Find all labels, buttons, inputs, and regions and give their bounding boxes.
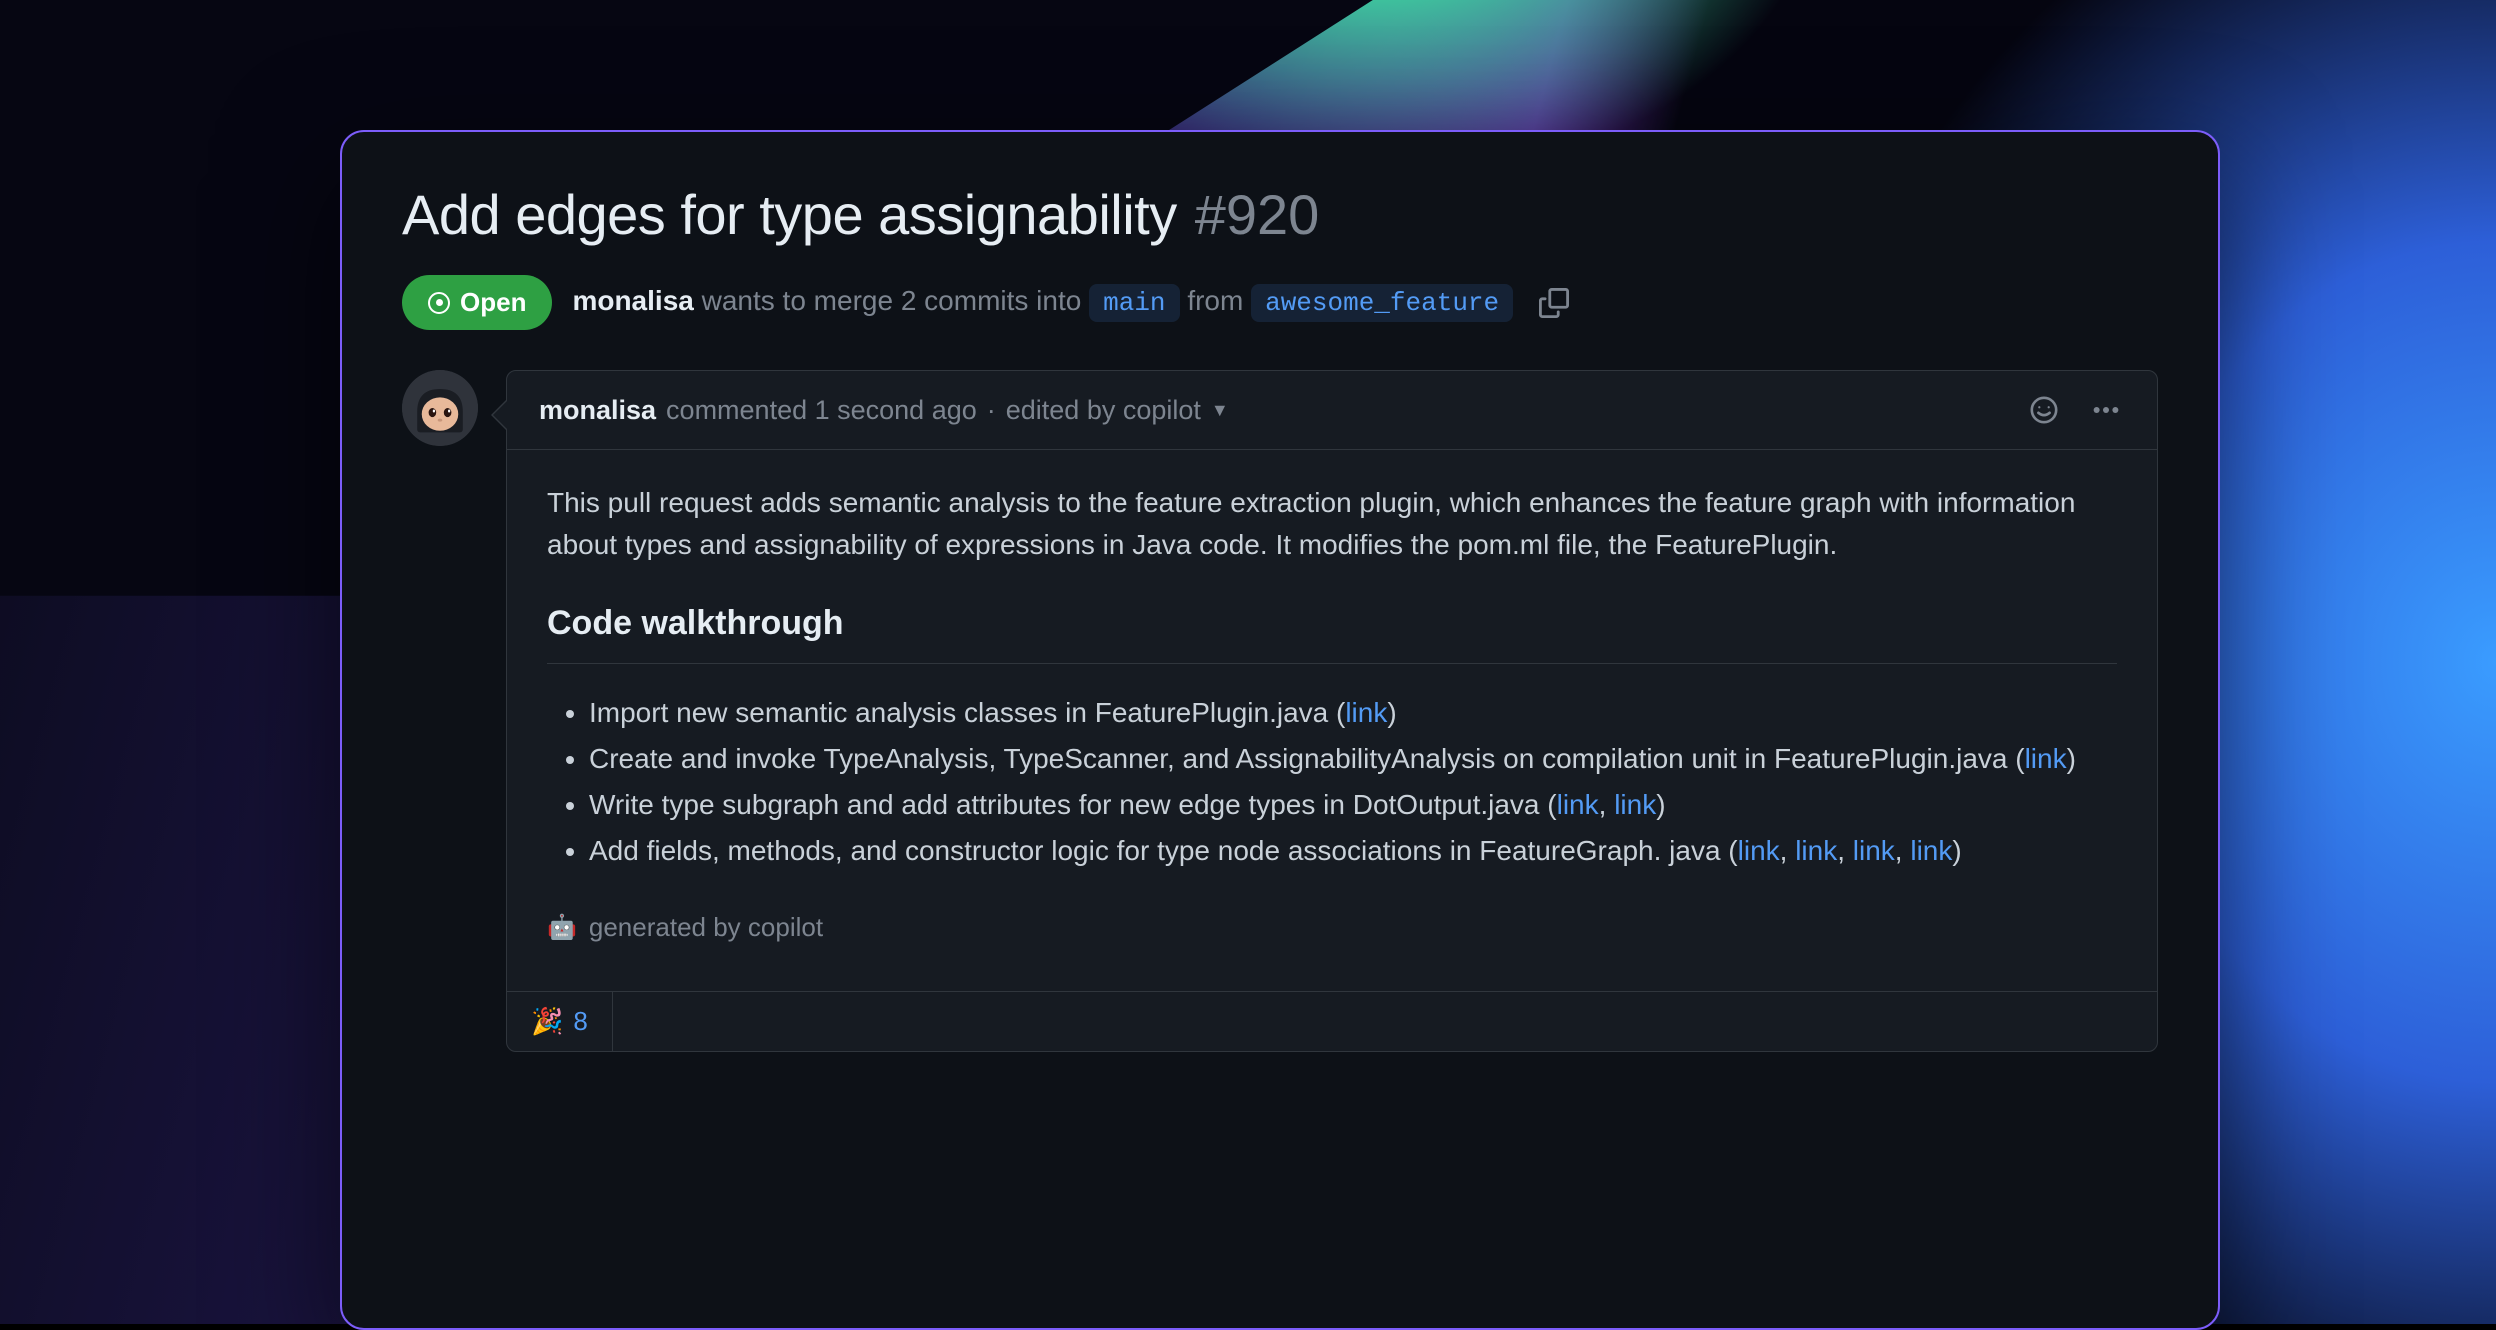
status-row: Open monalisa wants to merge 2 commits i…: [402, 275, 2158, 330]
comment-actions: [2025, 391, 2125, 429]
list-item-text-post: ): [1656, 789, 1665, 820]
comment-timestamp: commented 1 second ago: [666, 395, 977, 426]
head-branch-tag[interactable]: awesome_feature: [1251, 284, 1513, 322]
walkthrough-heading: Code walkthrough: [547, 598, 2117, 664]
comment-author[interactable]: monalisa: [539, 395, 656, 426]
open-dot-icon: [428, 292, 450, 314]
merge-summary: monalisa wants to merge 2 commits into m…: [572, 284, 1513, 322]
walkthrough-list: Import new semantic analysis classes in …: [547, 692, 2117, 872]
link-separator: ,: [1599, 789, 1615, 820]
code-link[interactable]: link: [1795, 835, 1837, 866]
code-link[interactable]: link: [1738, 835, 1780, 866]
list-item-text: Write type subgraph and add attributes f…: [589, 789, 1557, 820]
robot-icon: 🤖: [547, 910, 577, 946]
list-item: Add fields, methods, and constructor log…: [589, 830, 2117, 872]
list-item-text-post: ): [2067, 743, 2076, 774]
smiley-icon: [2029, 395, 2059, 425]
pr-title: Add edges for type assignability: [402, 182, 1177, 247]
generated-by-label: generated by copilot: [589, 908, 823, 947]
list-item-text: Create and invoke TypeAnalysis, TypeScan…: [589, 743, 2025, 774]
list-item: Create and invoke TypeAnalysis, TypeScan…: [589, 738, 2117, 780]
link-separator: ,: [1837, 835, 1853, 866]
reaction-count: 8: [573, 1006, 587, 1037]
base-branch-tag[interactable]: main: [1089, 284, 1179, 322]
edited-by-label: edited by copilot: [1006, 395, 1201, 426]
reactions-bar: 🎉 8: [507, 991, 2157, 1051]
link-separator: ,: [1780, 835, 1796, 866]
list-item-text: Import new semantic analysis classes in …: [589, 697, 1345, 728]
tada-icon: 🎉: [531, 1006, 563, 1037]
list-item-text-post: ): [1952, 835, 1961, 866]
chevron-down-icon[interactable]: ▼: [1211, 400, 1229, 421]
code-link[interactable]: link: [1614, 789, 1656, 820]
list-item: Write type subgraph and add attributes f…: [589, 784, 2117, 826]
avatar-image: [402, 370, 478, 446]
generated-by-row: 🤖 generated by copilot: [547, 908, 2117, 947]
code-link[interactable]: link: [1557, 789, 1599, 820]
comment-card: monalisa commented 1 second ago · edited…: [506, 370, 2158, 1052]
copy-icon: [1539, 288, 1569, 318]
pr-number: #920: [1195, 182, 1320, 247]
status-badge-label: Open: [460, 287, 526, 318]
code-link[interactable]: link: [2025, 743, 2067, 774]
merge-author[interactable]: monalisa: [572, 285, 693, 316]
pr-window: Add edges for type assignability #920 Op…: [340, 130, 2220, 1330]
comment-thread: monalisa commented 1 second ago · edited…: [402, 370, 2158, 1052]
list-item-text: Add fields, methods, and constructor log…: [589, 835, 1738, 866]
status-badge: Open: [402, 275, 552, 330]
kebab-icon: [2091, 395, 2121, 425]
link-separator: ,: [1895, 835, 1911, 866]
list-item-text-post: ): [1387, 697, 1396, 728]
title-row: Add edges for type assignability #920: [402, 182, 2158, 247]
kebab-menu-button[interactable]: [2087, 391, 2125, 429]
copy-branch-button[interactable]: [1533, 282, 1575, 324]
reaction-button[interactable]: 🎉 8: [507, 992, 613, 1051]
code-link[interactable]: link: [1910, 835, 1952, 866]
list-item: Import new semantic analysis classes in …: [589, 692, 2117, 734]
from-label: from: [1187, 285, 1243, 316]
add-reaction-button[interactable]: [2025, 391, 2063, 429]
merge-middle-text: wants to merge 2 commits into: [702, 285, 1082, 316]
comment-body: This pull request adds semantic analysis…: [507, 450, 2157, 991]
comment-header: monalisa commented 1 second ago · edited…: [507, 371, 2157, 450]
separator: ·: [987, 395, 996, 426]
comment-body-text: This pull request adds semantic analysis…: [547, 482, 2117, 566]
avatar[interactable]: [402, 370, 478, 446]
code-link[interactable]: link: [1345, 697, 1387, 728]
code-link[interactable]: link: [1853, 835, 1895, 866]
